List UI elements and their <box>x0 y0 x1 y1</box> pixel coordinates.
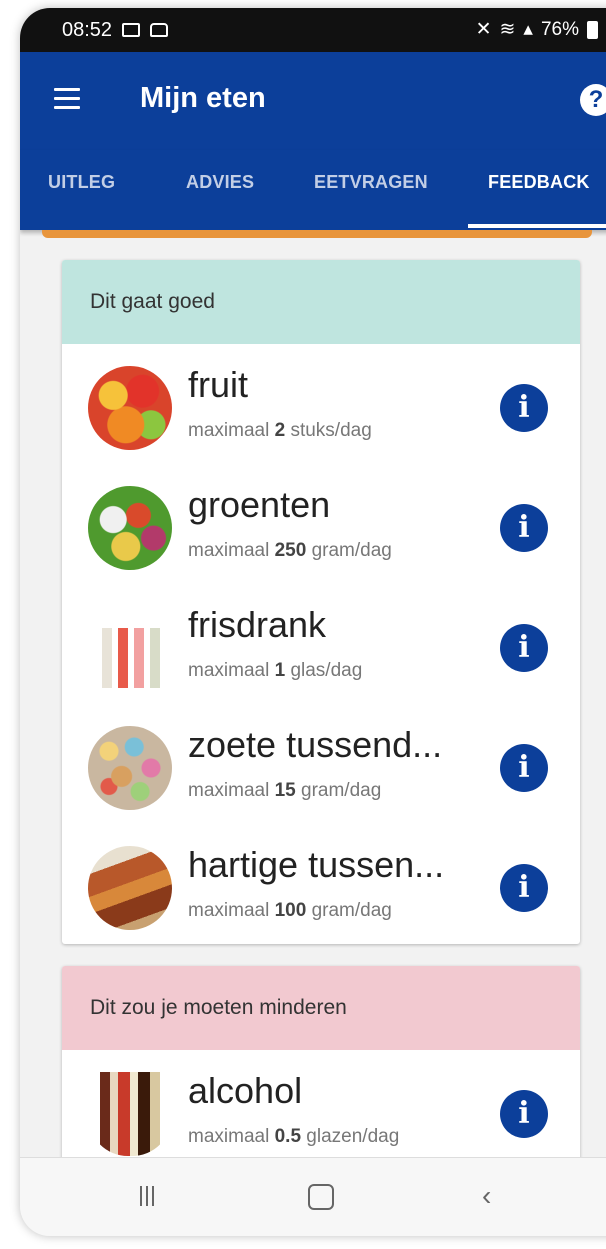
tab-uitleg[interactable]: UITLEG <box>48 172 115 193</box>
app-title: Mijn eten <box>140 82 266 114</box>
system-nav-bar: ‹ <box>20 1157 606 1236</box>
tab-advies[interactable]: ADVIES <box>186 172 254 193</box>
food-limit: maximaal 2 stuks/dag <box>188 420 372 441</box>
help-icon[interactable]: ? <box>580 84 606 116</box>
food-limit: maximaal 0.5 glazen/dag <box>188 1126 400 1147</box>
soda-bottles-image <box>88 606 172 690</box>
recent-apps-icon[interactable] <box>140 1186 158 1211</box>
list-item[interactable]: alcohol maximaal 0.5 glazen/dag i <box>62 1050 580 1170</box>
food-name: groenten <box>188 484 331 525</box>
savory-snacks-image <box>88 846 172 930</box>
section-good: Dit gaat goed fruit maximaal 2 stuks/dag… <box>62 260 580 944</box>
food-limit: maximaal 1 glas/dag <box>188 660 363 681</box>
app-bar: Mijn eten ? <box>20 52 606 150</box>
list-item[interactable]: fruit maximaal 2 stuks/dag i <box>62 344 580 464</box>
fruit-image <box>88 366 172 450</box>
food-name: zoete tussend... <box>188 724 443 765</box>
food-limit: maximaal 15 gram/dag <box>188 780 382 801</box>
battery-percent: 76% <box>540 18 579 40</box>
vegetables-image <box>88 486 172 570</box>
status-right: ✕ ≋ ▴ 76% <box>476 18 598 41</box>
section-header: Dit zou je moeten minderen <box>62 966 580 1050</box>
food-limit: maximaal 100 gram/dag <box>188 900 392 921</box>
info-icon[interactable]: i <box>500 384 548 432</box>
food-limit: maximaal 250 gram/dag <box>188 540 392 561</box>
list-item[interactable]: zoete tussend... maximaal 15 gram/dag i <box>62 704 580 824</box>
mute-icon: ✕ <box>475 19 492 40</box>
food-name: hartige tussen... <box>188 844 445 885</box>
food-name: fruit <box>188 364 249 405</box>
section-reduce: Dit zou je moeten minderen alcohol maxim… <box>62 966 580 1170</box>
list-item[interactable]: frisdrank maximaal 1 glas/dag i <box>62 584 580 704</box>
back-icon[interactable]: ‹ <box>482 1180 491 1212</box>
gallery-notification-icon <box>122 23 141 37</box>
info-icon[interactable]: i <box>500 864 548 912</box>
candy-image <box>88 726 172 810</box>
signal-icon: ▴ <box>523 19 533 40</box>
info-icon[interactable]: i <box>500 1090 548 1138</box>
status-time: 08:52 <box>62 18 113 41</box>
wifi-icon: ≋ <box>499 19 516 40</box>
food-name: frisdrank <box>188 604 327 645</box>
info-icon[interactable]: i <box>500 624 548 672</box>
home-icon[interactable] <box>308 1184 334 1210</box>
tab-eetvragen[interactable]: EETVRAGEN <box>314 172 428 193</box>
alcohol-bottles-image <box>88 1072 172 1156</box>
battery-icon <box>587 20 598 39</box>
list-item[interactable]: groenten maximaal 250 gram/dag i <box>62 464 580 584</box>
photo-notification-icon <box>150 23 169 37</box>
section-header: Dit gaat goed <box>62 260 580 344</box>
tab-feedback[interactable]: FEEDBACK <box>488 172 590 193</box>
hamburger-menu-icon[interactable] <box>54 88 80 110</box>
info-icon[interactable]: i <box>500 744 548 792</box>
tab-bar: UITLEG ADVIES EETVRAGEN FEEDBACK <box>20 150 606 230</box>
food-name: alcohol <box>188 1070 303 1111</box>
active-tab-indicator <box>468 224 606 228</box>
phone-screen: 08:52 ✕ ≋ ▴ 76% Mijn eten ? UITLEG ADVIE… <box>20 8 606 1236</box>
status-bar: 08:52 ✕ ≋ ▴ 76% <box>20 8 606 52</box>
info-icon[interactable]: i <box>500 504 548 552</box>
list-item[interactable]: hartige tussen... maximaal 100 gram/dag … <box>62 824 580 944</box>
previous-card-edge <box>42 230 592 238</box>
